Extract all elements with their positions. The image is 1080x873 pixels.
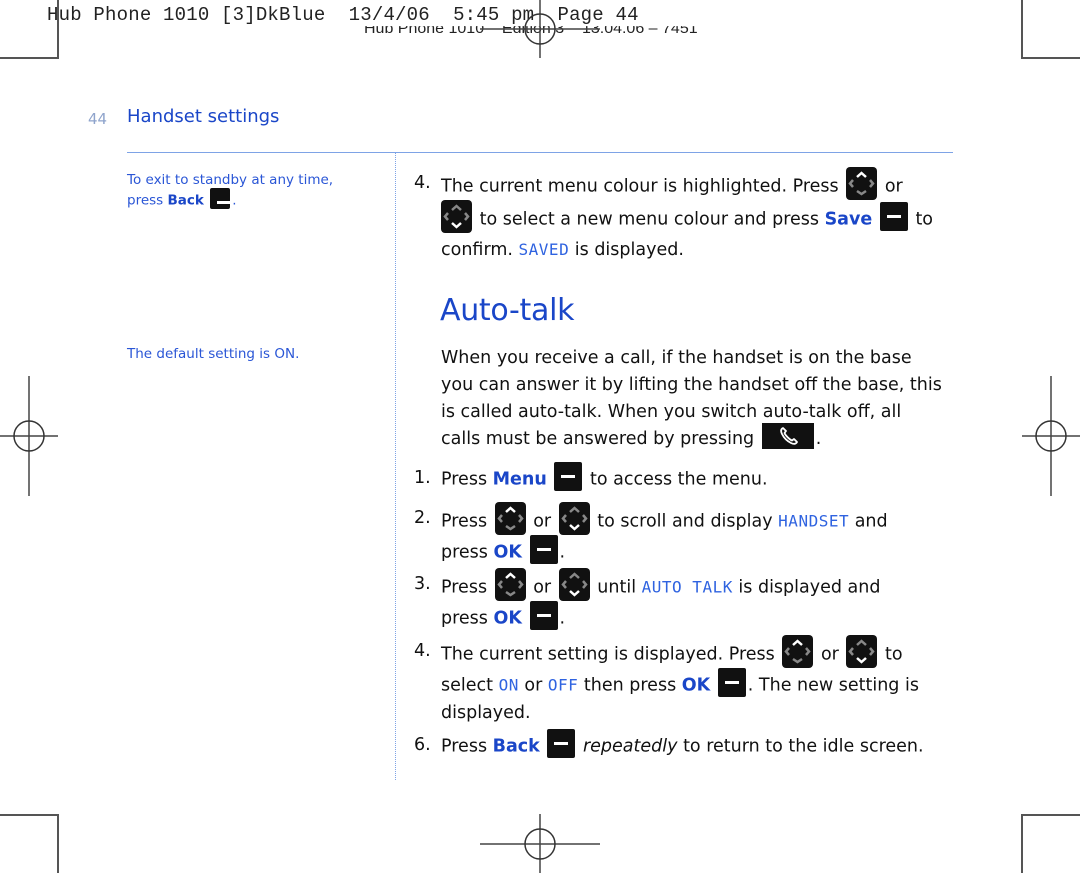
note-default-setting: The default setting is ON. — [127, 346, 300, 362]
lcd-on: ON — [498, 675, 519, 695]
navigation-key-down-icon — [558, 502, 590, 535]
navigation-key-down-icon — [846, 635, 878, 668]
page-number: 44 — [88, 110, 108, 128]
softkey-minus-icon — [717, 668, 746, 697]
navigation-key-down-icon — [441, 200, 472, 233]
save-keyword: Save — [824, 209, 873, 230]
navigation-key-up-icon — [494, 568, 526, 601]
lcd-saved: SAVED — [518, 240, 570, 259]
crop-mark-top-right-v — [1021, 0, 1023, 58]
emphasis-repeatedly: repeatedly — [582, 736, 678, 757]
back-keyword: Back — [492, 736, 540, 757]
softkey-minus-icon — [529, 535, 558, 564]
lcd-off: OFF — [547, 675, 579, 695]
navigation-key-up-icon — [846, 167, 878, 200]
registration-mark-top — [480, 0, 600, 58]
crop-mark-bottom-right-v — [1021, 814, 1023, 873]
softkey-minus-icon — [210, 188, 232, 209]
note-exit-line2: press Back . — [127, 188, 333, 211]
menu-keyword: Menu — [492, 469, 547, 490]
note-exit-line1: To exit to standby at any time, — [127, 172, 334, 188]
softkey-minus-icon — [547, 729, 576, 758]
crop-mark-top-left-h — [0, 57, 59, 59]
step-number: 4. — [414, 173, 431, 193]
crop-mark-bottom-right-h — [1021, 814, 1080, 816]
navigation-key-down-icon — [558, 568, 590, 601]
header-rule — [127, 152, 953, 153]
crop-mark-bottom-left-h — [0, 814, 59, 816]
back-keyword: Back — [167, 192, 204, 209]
note-exit-standby: To exit to standby at any time, press Ba… — [127, 171, 333, 211]
softkey-minus-icon — [529, 601, 558, 630]
ok-keyword: OK — [493, 608, 522, 629]
registration-mark-bottom — [480, 814, 600, 873]
ok-keyword: OK — [681, 675, 711, 696]
lcd-auto-talk: AUTO TALK — [641, 577, 733, 597]
softkey-minus-icon — [554, 462, 583, 491]
crop-mark-bottom-left-v — [57, 814, 59, 873]
talk-phone-icon — [761, 423, 814, 449]
column-divider — [395, 153, 396, 780]
crop-mark-top-right-h — [1021, 57, 1080, 59]
softkey-minus-icon — [879, 202, 908, 231]
auto-talk-intro: When you receive a call, if the handset … — [441, 348, 942, 449]
registration-mark-right — [1022, 376, 1080, 496]
navigation-key-up-icon — [494, 502, 526, 535]
ok-keyword: OK — [493, 542, 522, 563]
section-title: Handset settings — [127, 106, 280, 127]
navigation-key-up-icon — [782, 635, 814, 668]
registration-mark-left — [0, 376, 58, 496]
auto-talk-heading: Auto-talk — [440, 293, 575, 328]
lcd-handset: HANDSET — [778, 511, 850, 531]
